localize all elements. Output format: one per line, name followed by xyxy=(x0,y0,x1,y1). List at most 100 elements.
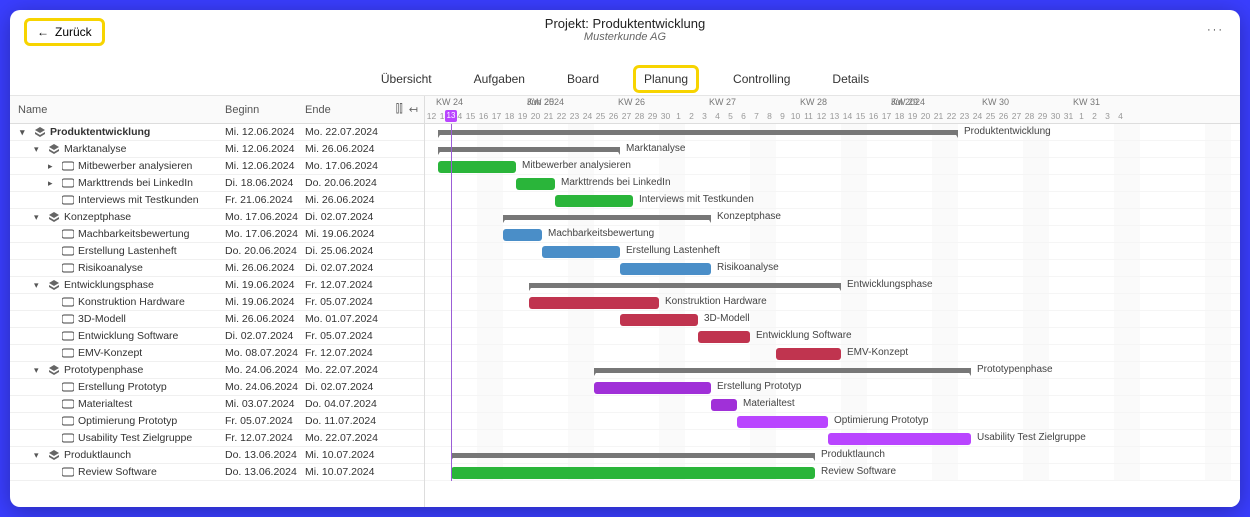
task-bar[interactable] xyxy=(451,467,815,479)
table-row[interactable]: ▾ProduktlaunchDo. 13.06.2024Mi. 10.07.20… xyxy=(10,447,424,464)
summary-bar[interactable] xyxy=(438,147,620,152)
gantt-row: Prototypenphase xyxy=(425,362,1240,379)
timeline-day: 14 xyxy=(841,111,854,121)
task-bar[interactable] xyxy=(620,263,711,275)
gantt-row: Optimierung Prototyp xyxy=(425,413,1240,430)
task-bar[interactable] xyxy=(438,161,516,173)
table-row[interactable]: Erstellung PrototypMo. 24.06.2024Di. 02.… xyxy=(10,379,424,396)
task-begin: Fr. 21.06.2024 xyxy=(225,194,305,206)
timeline-day: 12 xyxy=(815,111,828,121)
split-view-icon[interactable]: ⫿⫿ xyxy=(396,103,403,116)
gantt-row: 3D-Modell xyxy=(425,311,1240,328)
chevron-down-icon[interactable]: ▾ xyxy=(34,144,44,155)
chevron-down-icon[interactable]: ▸ xyxy=(48,161,58,172)
table-row[interactable]: ▾PrototypenphaseMo. 24.06.2024Mo. 22.07.… xyxy=(10,362,424,379)
task-bar[interactable] xyxy=(542,246,620,258)
menu-more-icon[interactable]: ··· xyxy=(1207,24,1224,36)
table-row[interactable]: ▾EntwicklungsphaseMi. 19.06.2024Fr. 12.0… xyxy=(10,277,424,294)
tab-board[interactable]: Board xyxy=(559,68,607,90)
table-row[interactable]: Erstellung LastenheftDo. 20.06.2024Di. 2… xyxy=(10,243,424,260)
timeline-day: 27 xyxy=(1010,111,1023,121)
task-bar[interactable] xyxy=(711,399,737,411)
tab-aufgaben[interactable]: Aufgaben xyxy=(466,68,533,90)
task-bar[interactable] xyxy=(503,229,542,241)
chevron-down-icon[interactable]: ▾ xyxy=(34,365,44,376)
task-bar[interactable] xyxy=(555,195,633,207)
table-row[interactable]: Interviews mit Testkunden Fr. 21.06.2024M… xyxy=(10,192,424,209)
task-bar[interactable] xyxy=(828,433,971,445)
table-row[interactable]: MaterialtestMi. 03.07.2024Do. 04.07.2024 xyxy=(10,396,424,413)
task-name: Markttrends bei LinkedIn xyxy=(78,177,193,189)
table-row[interactable]: Entwicklung SoftwareDi. 02.07.2024Fr. 05… xyxy=(10,328,424,345)
timeline-day: 26 xyxy=(607,111,620,121)
tab-controlling[interactable]: Controlling xyxy=(725,68,798,90)
table-row[interactable]: ▾KonzeptphaseMo. 17.06.2024Di. 02.07.202… xyxy=(10,209,424,226)
task-bar[interactable] xyxy=(698,331,750,343)
task-bar[interactable] xyxy=(620,314,698,326)
chevron-down-icon[interactable]: ▾ xyxy=(34,280,44,291)
chevron-down-icon[interactable]: ▾ xyxy=(34,450,44,461)
table-row[interactable]: ▸Markttrends bei LinkedInDi. 18.06.2024D… xyxy=(10,175,424,192)
task-bar[interactable] xyxy=(737,416,828,428)
summary-bar[interactable] xyxy=(594,368,971,373)
chevron-down-icon[interactable]: ▾ xyxy=(34,212,44,223)
tab-übersicht[interactable]: Übersicht xyxy=(373,68,440,90)
task-bar[interactable] xyxy=(529,297,659,309)
back-button[interactable]: ← Zurück xyxy=(24,18,105,46)
timeline-day: 25 xyxy=(984,111,997,121)
task-name: Konstruktion Hardware xyxy=(78,296,185,308)
table-row[interactable]: 3D-ModellMi. 26.06.2024Mo. 01.07.2024 xyxy=(10,311,424,328)
panel-tools: ⫿⫿ ↤ xyxy=(396,103,418,116)
table-row[interactable]: ▸Mitbewerber analysierenMi. 12.06.2024Mo… xyxy=(10,158,424,175)
task-begin: Mi. 19.06.2024 xyxy=(225,279,305,291)
task-end: Mi. 26.06.2024 xyxy=(305,194,385,206)
bar-label: Entwicklungsphase xyxy=(847,279,933,290)
table-row[interactable]: MachbarkeitsbewertungMo. 17.06.2024Mi. 1… xyxy=(10,226,424,243)
col-end[interactable]: Ende xyxy=(305,104,385,116)
col-name[interactable]: Name xyxy=(10,104,225,116)
task-begin: Mi. 12.06.2024 xyxy=(225,160,305,172)
table-row[interactable]: RisikoanalyseMi. 26.06.2024Di. 02.07.202… xyxy=(10,260,424,277)
table-row[interactable]: Review SoftwareDo. 13.06.2024Mi. 10.07.2… xyxy=(10,464,424,481)
table-row[interactable]: ▾ProduktentwicklungMi. 12.06.2024Mo. 22.… xyxy=(10,124,424,141)
bar-label: Konzeptphase xyxy=(717,211,781,222)
timeline-mark: KW 28 xyxy=(800,97,827,107)
table-row[interactable]: Konstruktion HardwareMi. 19.06.2024Fr. 0… xyxy=(10,294,424,311)
timeline-day: 31 xyxy=(1062,111,1075,121)
table-row[interactable]: EMV-KonzeptMo. 08.07.2024Fr. 12.07.2024 xyxy=(10,345,424,362)
gantt-chart[interactable]: KW 24Jun 2024KW 25KW 26KW 27KW 28Jul 202… xyxy=(425,96,1240,507)
task-end: Mo. 01.07.2024 xyxy=(305,313,385,325)
collapse-icon[interactable]: ↤ xyxy=(409,103,418,116)
summary-bar[interactable] xyxy=(438,130,958,135)
summary-bar[interactable] xyxy=(451,453,815,458)
chevron-down-icon[interactable]: ▾ xyxy=(20,127,30,138)
task-name: Interviews mit Testkunden xyxy=(78,194,199,206)
task-end: Do. 04.07.2024 xyxy=(305,398,385,410)
task-table: Name Beginn Ende ⫿⫿ ↤ ▾Produktentwicklun… xyxy=(10,96,425,507)
timeline-day: 1 xyxy=(672,111,685,121)
task-end: Fr. 12.07.2024 xyxy=(305,279,385,291)
tab-planung[interactable]: Planung xyxy=(633,65,699,93)
summary-bar[interactable] xyxy=(503,215,711,220)
gantt-row: Konzeptphase xyxy=(425,209,1240,226)
table-row[interactable]: ▾MarktanalyseMi. 12.06.2024Mi. 26.06.202… xyxy=(10,141,424,158)
task-icon xyxy=(62,331,74,341)
task-end: Fr. 05.07.2024 xyxy=(305,296,385,308)
task-bar[interactable] xyxy=(516,178,555,190)
task-begin: Mi. 12.06.2024 xyxy=(225,143,305,155)
task-begin: Di. 18.06.2024 xyxy=(225,177,305,189)
col-begin[interactable]: Beginn xyxy=(225,104,305,116)
gantt-row: Markttrends bei LinkedIn xyxy=(425,175,1240,192)
table-row[interactable]: Usability Test ZielgruppeFr. 12.07.2024M… xyxy=(10,430,424,447)
task-begin: Do. 13.06.2024 xyxy=(225,449,305,461)
task-icon xyxy=(62,297,74,307)
tab-details[interactable]: Details xyxy=(824,68,877,90)
summary-bar[interactable] xyxy=(529,283,841,288)
bar-label: Erstellung Prototyp xyxy=(717,381,802,392)
task-bar[interactable] xyxy=(594,382,711,394)
timeline-day: 22 xyxy=(945,111,958,121)
column-header: Name Beginn Ende ⫿⫿ ↤ xyxy=(10,96,424,124)
task-bar[interactable] xyxy=(776,348,841,360)
chevron-down-icon[interactable]: ▸ xyxy=(48,178,58,189)
table-row[interactable]: Optimierung PrototypFr. 05.07.2024Do. 11… xyxy=(10,413,424,430)
